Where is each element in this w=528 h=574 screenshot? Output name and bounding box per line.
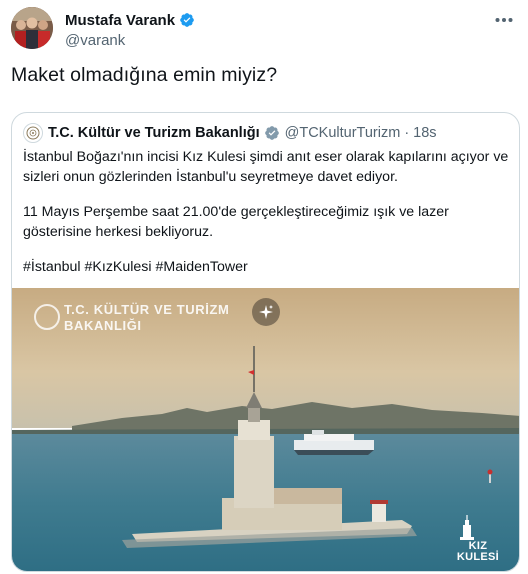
quoted-media[interactable]: T.C. KÜLTÜR VE TURİZM BAKANLIĞI KIZ KULE…: [12, 288, 519, 571]
verified-badge-icon: [180, 13, 194, 27]
quoted-paragraph: 11 Mayıs Perşembe saat 21.00'de gerçekle…: [23, 204, 449, 240]
ministry-emblem-icon: [26, 126, 40, 140]
quoted-timestamp[interactable]: 18s: [413, 125, 436, 141]
author-handle[interactable]: @varank: [65, 32, 195, 49]
sparkle-icon: [259, 305, 273, 319]
kiz-kulesi-logo: KIZ KULESİ: [457, 515, 499, 563]
author-avatar[interactable]: [11, 7, 53, 49]
more-horizontal-icon: [495, 18, 513, 22]
tweet-header: Mustafa Varank @varank: [11, 7, 521, 53]
quoted-author-name[interactable]: T.C. Kültür ve Turizm Bakanlığı: [48, 125, 260, 141]
media-watermark: T.C. KÜLTÜR VE TURİZM BAKANLIĞI: [64, 302, 229, 334]
quoted-tweet-header: T.C. Kültür ve Turizm Bakanlığı @TCKultu…: [23, 123, 437, 143]
quoted-hashtags[interactable]: #İstanbul #KızKulesi #MaidenTower: [23, 258, 511, 278]
sparkle-button[interactable]: [252, 298, 280, 326]
avatar-photo: [11, 7, 53, 49]
more-options-button[interactable]: [493, 11, 515, 29]
tweet-text: Maket olmadığına emin miyiz?: [11, 64, 278, 86]
quoted-paragraph: İstanbul Boğazı'nın incisi Kız Kulesi şi…: [23, 149, 509, 185]
ministry-seal-icon: [34, 304, 60, 330]
quoted-tweet-text: İstanbul Boğazı'nın incisi Kız Kulesi şi…: [23, 148, 511, 294]
logo-line: KULESİ: [456, 551, 499, 563]
tower-logo-icon: [459, 515, 474, 540]
watermark-line: BAKANLIĞI: [64, 318, 142, 333]
gray-checkmark-badge-icon: [264, 126, 279, 140]
quoted-author-handle[interactable]: @TCKulturTurizm: [285, 125, 401, 141]
watermark-line: T.C. KÜLTÜR VE TURİZM: [64, 302, 230, 317]
separator-dot: ·: [404, 125, 410, 141]
author-name[interactable]: Mustafa Varank: [65, 12, 175, 29]
quoted-author-avatar[interactable]: [23, 123, 43, 143]
quoted-tweet[interactable]: T.C. Kültür ve Turizm Bakanlığı @TCKultu…: [11, 112, 520, 572]
